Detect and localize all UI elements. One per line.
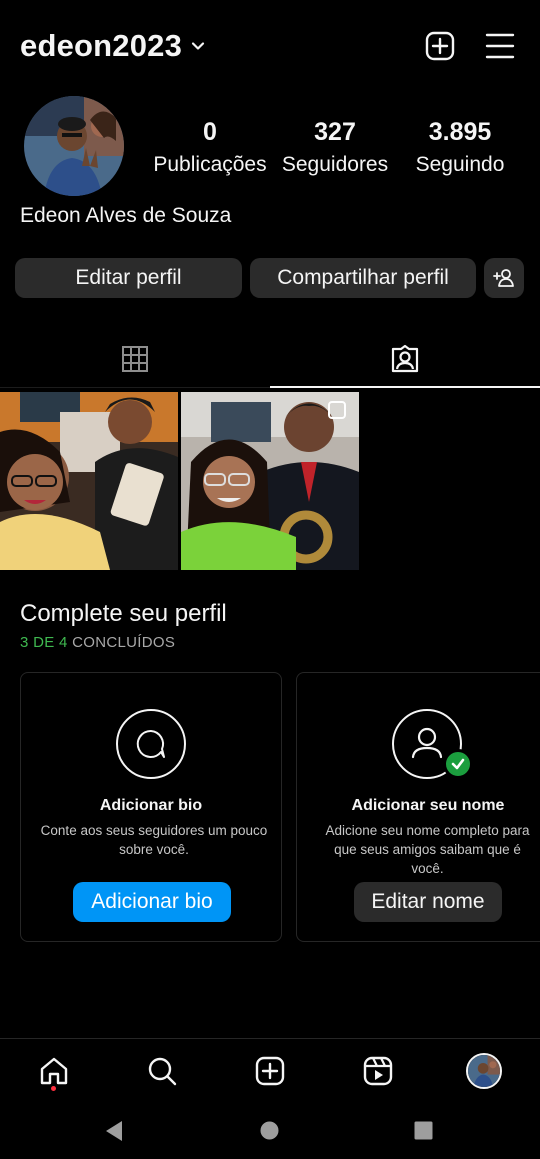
- reels-icon[interactable]: [360, 1053, 396, 1089]
- discover-people-button[interactable]: [484, 258, 524, 298]
- edit-name-button[interactable]: Editar nome: [354, 882, 502, 922]
- active-tab-indicator: [270, 386, 540, 388]
- add-person-icon: [493, 269, 514, 287]
- username: edeon2023: [20, 28, 183, 63]
- profile-actions: Editar perfil Compartilhar perfil: [0, 258, 540, 298]
- add-name-description: Adicione seu nome completo para que seus…: [325, 823, 530, 876]
- posts-stat[interactable]: 0 Publicações: [150, 118, 270, 177]
- bottom-nav: [0, 1038, 540, 1102]
- speech-bubble-icon: [116, 709, 186, 779]
- system-navigation-bar: [0, 1102, 540, 1159]
- top-bar: edeon2023: [0, 0, 540, 94]
- following-count: 3.895: [428, 118, 492, 146]
- completed-check-icon: [443, 749, 473, 779]
- add-post-icon[interactable]: [424, 30, 456, 62]
- recents-icon[interactable]: [414, 1121, 433, 1145]
- followers-stat[interactable]: 327 Seguidores: [276, 118, 394, 177]
- chevron-down-icon: [191, 42, 205, 50]
- tagged-photo-1[interactable]: [0, 392, 178, 570]
- posts-label: Publicações: [153, 153, 267, 176]
- content-tabs: [0, 330, 540, 390]
- tab-posts-grid[interactable]: [0, 330, 270, 388]
- notification-dot: [51, 1086, 56, 1091]
- add-name-card[interactable]: Adicionar seu nome Adicione seu nome com…: [296, 672, 540, 942]
- tagged-photo-2[interactable]: [181, 392, 359, 570]
- profile-avatar[interactable]: [466, 1053, 502, 1089]
- share-profile-button[interactable]: Compartilhar perfil: [250, 258, 476, 298]
- back-icon[interactable]: [104, 1120, 124, 1147]
- tagged-icon: [391, 344, 419, 373]
- complete-profile-title: Complete seu perfil: [20, 600, 227, 627]
- complete-profile-progress: 3 DE 4 CONCLUÍDOS: [20, 634, 175, 651]
- add-bio-title: Adicionar bio: [99, 797, 203, 814]
- profile-avatar[interactable]: [24, 96, 124, 196]
- full-name: Edeon Alves de Souza: [20, 204, 232, 227]
- followers-label: Seguidores: [281, 153, 389, 176]
- add-name-title: Adicionar seu nome: [351, 797, 505, 814]
- home-circle-icon[interactable]: [260, 1121, 279, 1145]
- following-stat[interactable]: 3.895 Seguindo: [406, 118, 514, 177]
- posts-count: 0: [203, 118, 217, 146]
- home-icon[interactable]: [36, 1053, 72, 1089]
- followers-count: 327: [314, 118, 356, 146]
- add-bio-button[interactable]: Adicionar bio: [73, 882, 231, 922]
- tab-tagged[interactable]: [270, 330, 540, 388]
- tab-divider: [0, 387, 270, 388]
- add-bio-description: Conte aos seus seguidores um pouco sobre…: [40, 823, 268, 857]
- add-bio-card[interactable]: Adicionar bio Conte aos seus seguidores …: [20, 672, 282, 942]
- hamburger-menu-icon[interactable]: [484, 30, 516, 62]
- account-switcher[interactable]: edeon2023: [20, 28, 206, 64]
- progress-count: 3 DE 4: [20, 634, 68, 651]
- search-icon[interactable]: [144, 1053, 180, 1089]
- following-label: Seguindo: [415, 153, 505, 176]
- edit-profile-button[interactable]: Editar perfil: [15, 258, 242, 298]
- progress-suffix: CONCLUÍDOS: [72, 634, 176, 651]
- grid-icon: [122, 346, 148, 372]
- create-icon[interactable]: [252, 1053, 288, 1089]
